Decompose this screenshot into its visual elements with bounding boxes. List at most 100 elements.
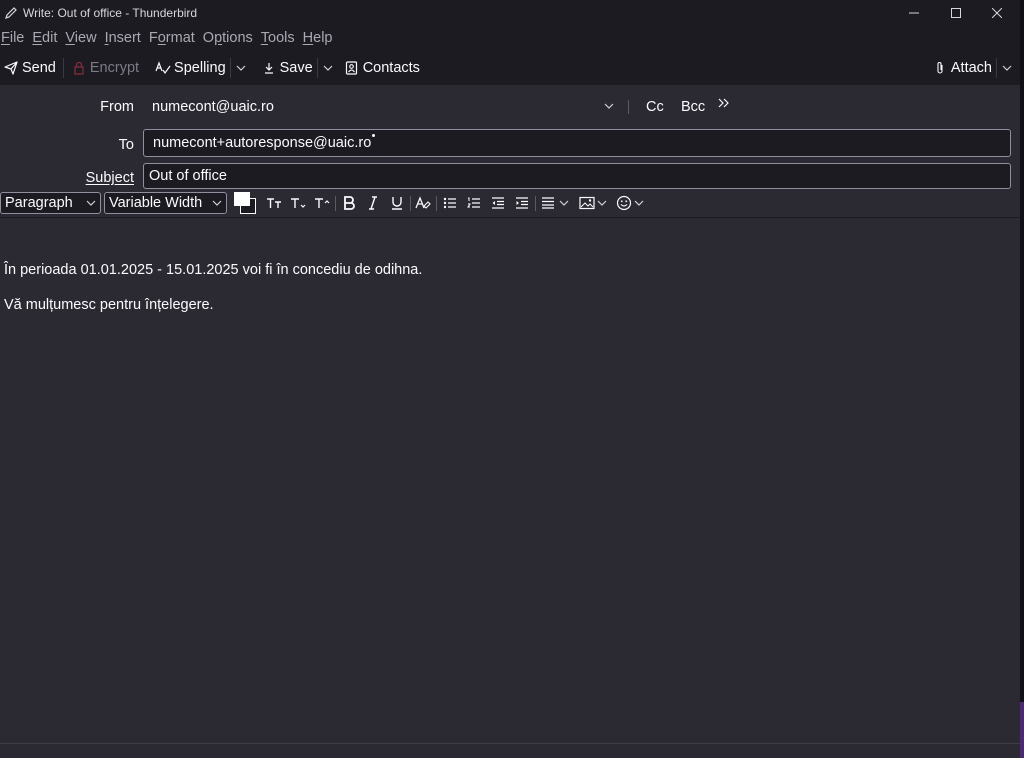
message-body[interactable]: În perioada 01.01.2025 - 15.01.2025 voi … <box>0 218 1020 743</box>
format-separator <box>535 196 536 211</box>
maximize-button[interactable] <box>934 0 978 26</box>
font-family-value: Variable Width <box>109 195 203 211</box>
font-size-reset-icon[interactable] <box>265 193 283 213</box>
menu-edit-key: E <box>32 30 43 46</box>
decrease-font-size-icon[interactable] <box>289 193 307 213</box>
toolbar-separator <box>316 58 318 78</box>
menu-options-pre: O <box>202 30 215 46</box>
title-bar: Write: Out of office - Thunderbird <box>0 0 1020 26</box>
menu-help-key: H <box>302 30 314 46</box>
attach-label: Attach <box>950 60 992 76</box>
increase-font-size-icon[interactable] <box>313 193 331 213</box>
menu-tools-rest: ools <box>268 30 295 46</box>
chevron-down-icon <box>323 65 333 71</box>
menu-view[interactable]: View <box>65 30 96 46</box>
spelling-button[interactable]: Spelling <box>152 54 229 82</box>
menu-tools-key: T <box>260 30 269 46</box>
send-button[interactable]: Send <box>0 54 59 82</box>
chevron-down-icon <box>212 200 222 206</box>
format-separator <box>335 196 336 211</box>
attach-button[interactable]: Attach <box>929 54 995 82</box>
align-menu[interactable] <box>540 193 572 213</box>
encrypt-button[interactable]: Encrypt <box>68 54 142 82</box>
insert-image-menu[interactable] <box>578 193 610 213</box>
from-label-text: From <box>100 99 134 115</box>
italic-icon[interactable] <box>364 193 382 213</box>
underline-icon[interactable] <box>388 193 406 213</box>
paperclip-icon <box>932 60 948 76</box>
attach-dropdown[interactable] <box>998 54 1016 82</box>
recipient-pill[interactable]: numecont+autoresponse@uaic.ro <box>148 132 377 154</box>
from-dropdown[interactable] <box>601 97 617 115</box>
menu-options-key: p <box>214 30 223 46</box>
paragraph-format-select[interactable]: Paragraph <box>0 192 101 214</box>
menu-help[interactable]: Help <box>303 30 333 46</box>
toolbar-separator <box>62 58 64 78</box>
compose-headers: From numecont@uaic.ro Cc Bcc To numecont… <box>0 85 1020 217</box>
minimize-button[interactable] <box>892 0 936 26</box>
menu-insert[interactable]: Insert <box>105 30 141 46</box>
clear-formatting-icon[interactable] <box>414 193 432 213</box>
download-icon <box>261 60 277 76</box>
bcc-button[interactable]: Bcc <box>681 99 705 115</box>
format-separator <box>410 196 411 211</box>
menu-options[interactable]: Options <box>203 30 253 46</box>
menu-format[interactable]: Format <box>149 30 195 46</box>
window-title: Write: Out of office - Thunderbird <box>23 6 198 20</box>
to-label: To <box>118 137 134 153</box>
format-separator <box>436 196 437 211</box>
from-separator <box>628 100 629 114</box>
close-button[interactable] <box>975 0 1019 26</box>
menu-help-rest: elp <box>313 30 333 46</box>
menu-edit[interactable]: Edit <box>32 30 57 46</box>
foreground-color-swatch[interactable] <box>234 192 250 206</box>
more-recipients-button[interactable] <box>718 95 730 113</box>
recipient-address: numecont+autoresponse@uaic.ro <box>153 135 372 151</box>
contacts-button[interactable]: Contacts <box>341 54 423 82</box>
cc-button[interactable]: Cc <box>646 99 664 115</box>
menu-tools[interactable]: Tools <box>261 30 295 46</box>
menu-options-rest: tions <box>222 30 253 46</box>
chevron-down-icon <box>1002 65 1012 71</box>
indent-icon[interactable] <box>513 193 531 213</box>
subject-value: Out of office <box>149 168 227 184</box>
menu-file[interactable]: File <box>1 30 24 46</box>
save-dropdown[interactable] <box>319 54 337 82</box>
body-paragraph: În perioada 01.01.2025 - 15.01.2025 voi … <box>4 262 423 278</box>
from-identity-select[interactable]: numecont@uaic.ro <box>152 99 274 115</box>
spellcheck-icon <box>155 60 171 76</box>
chevron-down-icon <box>236 65 246 71</box>
spelling-dropdown[interactable] <box>232 54 250 82</box>
menu-format-pre: F <box>148 30 158 46</box>
body-paragraph: Vă mulțumesc pentru înțelegere. <box>4 297 214 313</box>
numbered-list-icon[interactable] <box>465 193 483 213</box>
subject-label-text: Subject <box>85 170 134 186</box>
compose-toolbar: Send Encrypt Spelling Save Contacts Atta… <box>0 52 1020 84</box>
from-label: From <box>0 99 134 115</box>
text-color-picker[interactable] <box>233 192 257 214</box>
lock-icon <box>71 60 87 76</box>
subject-input[interactable]: Out of office <box>143 163 1011 189</box>
close-icon <box>992 8 1002 18</box>
send-icon <box>3 60 19 76</box>
font-family-select[interactable]: Variable Width <box>104 192 227 214</box>
bold-icon[interactable] <box>340 193 358 213</box>
outdent-icon[interactable] <box>489 193 507 213</box>
status-bar <box>0 743 1020 758</box>
maximize-icon <box>951 8 961 18</box>
paragraph-format-value: Paragraph <box>5 195 73 211</box>
to-field[interactable]: numecont+autoresponse@uaic.ro <box>143 129 1011 157</box>
emoji-menu[interactable] <box>615 193 647 213</box>
menu-file-key: F <box>1 30 10 46</box>
chevron-down-icon <box>86 200 96 206</box>
minimize-icon <box>909 12 919 14</box>
double-chevron-right-icon <box>718 98 729 108</box>
bulleted-list-icon[interactable] <box>441 193 459 213</box>
menu-file-rest: ile <box>9 30 25 46</box>
toolbar-separator <box>229 58 231 78</box>
send-label: Send <box>22 60 56 76</box>
contacts-label: Contacts <box>362 60 420 76</box>
save-button[interactable]: Save <box>258 54 316 82</box>
attach-group: Attach <box>929 52 1016 84</box>
menu-insert-rest: nsert <box>108 30 141 46</box>
